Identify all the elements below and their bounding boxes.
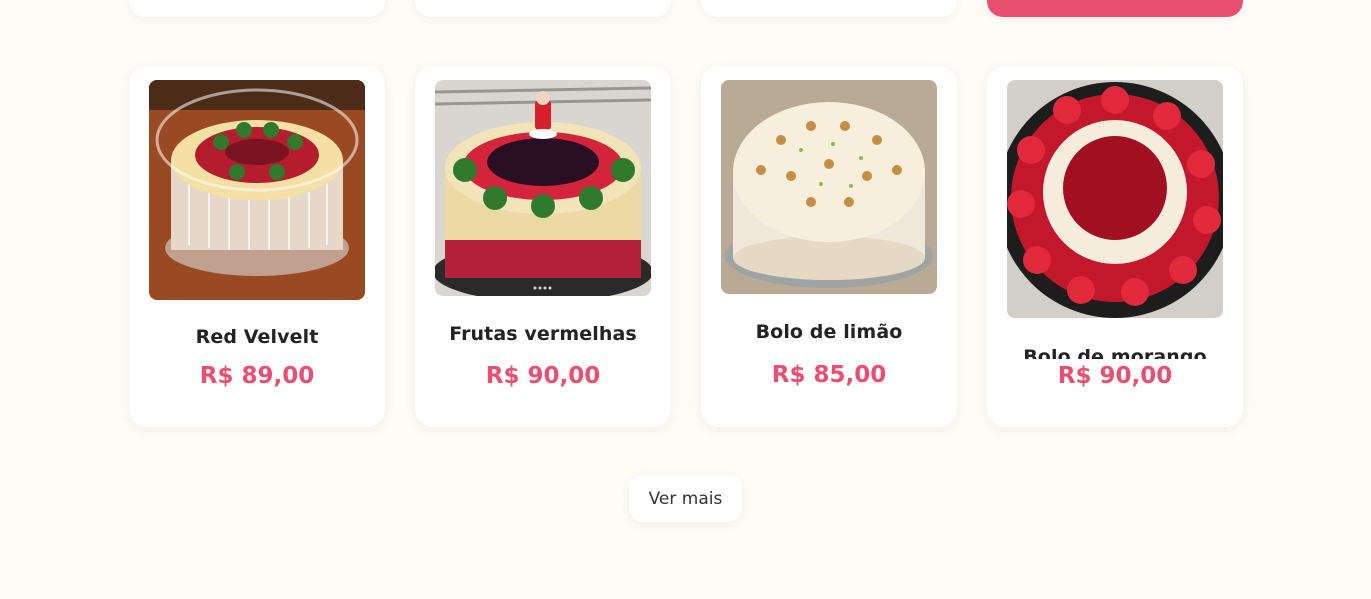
product-price: R$ 89,00 [199,363,315,389]
lemon-cake-photo [721,80,937,294]
previous-product-row [0,0,1371,17]
see-more-button[interactable]: Ver mais [629,475,742,522]
product-name: Bolo de limão [755,321,903,343]
product-card-partial [129,0,385,17]
product-price: R$ 90,00 [485,363,601,389]
strawberry-cake-photo [1007,80,1223,318]
product-name: Bolo de morango [1023,346,1207,359]
red-fruits-cake-photo [435,80,651,296]
product-price: R$ 90,00 [1057,363,1173,389]
add-to-cart-button-partial[interactable] [987,0,1243,17]
product-card-partial [701,0,957,17]
product-card-partial [415,0,671,17]
product-card[interactable]: Bolo de limão R$ 85,00 [701,66,957,427]
product-price: R$ 85,00 [771,362,887,388]
product-name: Frutas vermelhas [449,323,637,345]
product-name: Red Velvelt [195,326,319,348]
product-card[interactable]: Frutas vermelhas R$ 90,00 [415,66,671,427]
red-velvet-cake-photo [149,80,365,300]
product-card[interactable]: Bolo de morango R$ 90,00 [987,66,1243,427]
product-card[interactable]: Red Velvelt R$ 89,00 [129,66,385,427]
